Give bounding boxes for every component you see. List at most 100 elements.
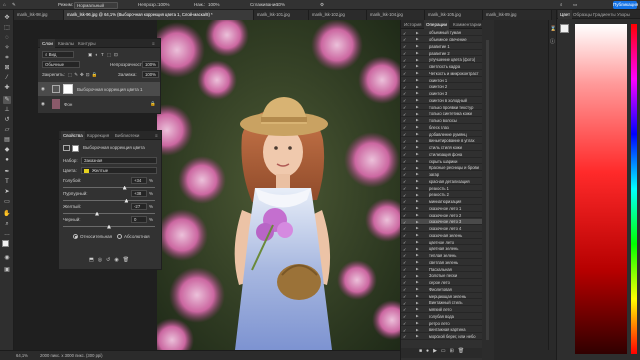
expand-icon[interactable]: ▶ (416, 71, 419, 75)
foreground-color[interactable] (560, 24, 569, 33)
checkmark-icon[interactable]: ✓ (403, 91, 407, 96)
action-item[interactable]: ✓ ▶ Красные ресницы и брови (401, 165, 483, 172)
expand-icon[interactable]: ▶ (416, 314, 419, 318)
checkmark-icon[interactable]: ✓ (403, 71, 407, 76)
action-item[interactable]: ✓ ▶ Золотые пески (401, 273, 483, 280)
workspace-icon[interactable]: ▭ (573, 2, 577, 8)
expand-icon[interactable]: ▶ (416, 287, 419, 291)
expand-icon[interactable]: ▶ (416, 118, 419, 122)
action-item[interactable]: ✓ ▶ миниатюризация (401, 199, 483, 205)
expand-icon[interactable]: ▶ (416, 280, 419, 284)
action-item[interactable]: ✓ ▶ резкость 2 (401, 192, 483, 199)
expand-icon[interactable]: ▶ (416, 186, 419, 190)
expand-icon[interactable]: ▶ (416, 152, 419, 156)
doc-tab[interactable]: marik_lsk-105.jpg (425, 10, 483, 20)
shape-tool-icon[interactable]: ▭ (3, 198, 11, 206)
checkmark-icon[interactable]: ✓ (403, 220, 407, 225)
absolute-radio[interactable] (117, 234, 122, 239)
delete-icon[interactable]: 🗑 (123, 257, 133, 263)
expand-icon[interactable]: ▶ (416, 334, 419, 338)
panel-menu-icon[interactable]: ≡ (150, 39, 157, 48)
expand-icon[interactable]: ▶ (416, 145, 419, 149)
clone-stamp-icon[interactable]: ⊥ (3, 106, 11, 114)
checkmark-icon[interactable]: ✓ (403, 233, 407, 238)
tab-paths[interactable]: Контуры (76, 39, 98, 48)
expand-icon[interactable]: ▶ (416, 166, 419, 170)
expand-icon[interactable]: ▶ (416, 199, 419, 203)
action-item[interactable]: ✓ ▶ Пасхальная (401, 266, 483, 273)
expand-icon[interactable]: ▶ (416, 294, 419, 298)
blend-mode-select[interactable]: Обычные (42, 61, 80, 68)
yellow-slider[interactable] (63, 211, 155, 216)
move-tool-icon[interactable]: ✥ (3, 14, 11, 22)
action-item[interactable]: ✓ ▶ голубая вода (401, 314, 483, 320)
cyan-slider[interactable] (63, 185, 155, 190)
gradient-tool-icon[interactable]: ▤ (3, 136, 11, 144)
checkmark-icon[interactable]: ✓ (403, 85, 407, 90)
expand-icon[interactable]: ▶ (416, 139, 419, 143)
checkmark-icon[interactable]: ✓ (403, 334, 407, 339)
brush-preset-icon[interactable]: ✎ (12, 2, 16, 8)
action-item[interactable]: ✓ ▶ цветное лето (401, 239, 483, 246)
info-panel-icon[interactable]: ⓘ (550, 38, 555, 45)
expand-icon[interactable]: ▶ (416, 253, 419, 257)
record-icon[interactable]: ● (426, 348, 433, 354)
share-button[interactable]: Публикация (613, 1, 638, 9)
more-tools-icon[interactable]: … (3, 230, 11, 238)
action-item[interactable]: ✓ ▶ объемное свечение (401, 37, 483, 43)
checkmark-icon[interactable]: ✓ (403, 51, 407, 56)
crop-tool-icon[interactable]: ⌗ (3, 54, 11, 62)
screen-mode-icon[interactable]: ▣ (3, 266, 11, 274)
checkmark-icon[interactable]: ✓ (403, 314, 407, 319)
action-item[interactable]: ✓ ▶ блеск глаз (401, 125, 483, 131)
blur-tool-icon[interactable]: ◆ (3, 146, 11, 154)
expand-icon[interactable]: ▶ (416, 179, 419, 183)
checkmark-icon[interactable]: ✓ (403, 287, 407, 292)
action-item[interactable]: ✓ ▶ ретро лето (401, 320, 483, 327)
hand-tool-icon[interactable]: ✋ (3, 210, 11, 218)
color-picker-field[interactable] (575, 24, 627, 354)
action-item[interactable]: ✓ ▶ цветная зелень (401, 246, 483, 253)
smoothing-value[interactable]: 10% (276, 2, 285, 7)
checkmark-icon[interactable]: ✓ (403, 132, 407, 137)
expand-icon[interactable]: ▶ (416, 321, 419, 325)
checkmark-icon[interactable]: ✓ (403, 226, 407, 231)
expand-icon[interactable]: ▶ (416, 226, 419, 230)
action-item[interactable]: ✓ ▶ развитие 2 (401, 50, 483, 57)
expand-icon[interactable]: ▶ (416, 301, 419, 305)
checkmark-icon[interactable]: ✓ (403, 118, 407, 123)
preset-select[interactable]: Заказная (81, 157, 157, 164)
checkmark-icon[interactable]: ✓ (403, 145, 407, 150)
view-previous-icon[interactable]: ◎ (98, 257, 106, 263)
action-item[interactable]: ✓ ▶ добавление румянц (401, 131, 483, 138)
eraser-icon[interactable]: ▱ (3, 126, 11, 134)
brush-tool-icon[interactable]: ✎ (3, 96, 11, 104)
magenta-value-field[interactable]: +38 (131, 190, 147, 197)
layer-name[interactable]: Фон (64, 102, 72, 107)
layer-mask-thumbnail[interactable] (63, 84, 73, 94)
clip-to-layer-icon[interactable]: ⬒ (89, 257, 98, 263)
tab-adjustments[interactable]: Коррекция (85, 131, 111, 140)
action-item[interactable]: ✓ ▶ скинтон 3 (401, 91, 483, 97)
layer-opacity-field[interactable]: 100% (142, 61, 159, 68)
action-item[interactable]: ✓ ▶ светлость кадра (401, 64, 483, 70)
action-item[interactable]: ✓ ▶ мерцающая зелень (401, 293, 483, 300)
new-action-icon[interactable]: ⊞ (450, 348, 458, 354)
checkmark-icon[interactable]: ✓ (403, 199, 407, 204)
slider-knob[interactable] (122, 185, 127, 190)
checkmark-icon[interactable]: ✓ (403, 301, 407, 306)
checkmark-icon[interactable]: ✓ (403, 179, 407, 184)
slider-knob[interactable] (107, 224, 111, 229)
checkmark-icon[interactable]: ✓ (403, 260, 407, 265)
actions-scroll-rail[interactable] (482, 20, 494, 360)
marquee-tool-icon[interactable]: ⬚ (3, 24, 11, 32)
filter-icons[interactable]: ▣◐T⬚⊡ (88, 52, 121, 58)
action-item[interactable]: ✓ ▶ только синтетика кожи (401, 111, 483, 118)
action-item[interactable]: ✓ ▶ только проявки текстур (401, 104, 483, 111)
layer-row[interactable]: ◉ Фон 🔒 (38, 97, 160, 111)
opacity-value[interactable]: 100% (158, 2, 170, 7)
lock-icons[interactable]: ⬚✎✥⊡🔒 (68, 72, 99, 78)
action-item[interactable]: ✓ ▶ виньетирование в углах (401, 138, 483, 145)
tab-comments[interactable]: Комментарии (451, 20, 483, 29)
slider-knob[interactable] (124, 198, 129, 203)
